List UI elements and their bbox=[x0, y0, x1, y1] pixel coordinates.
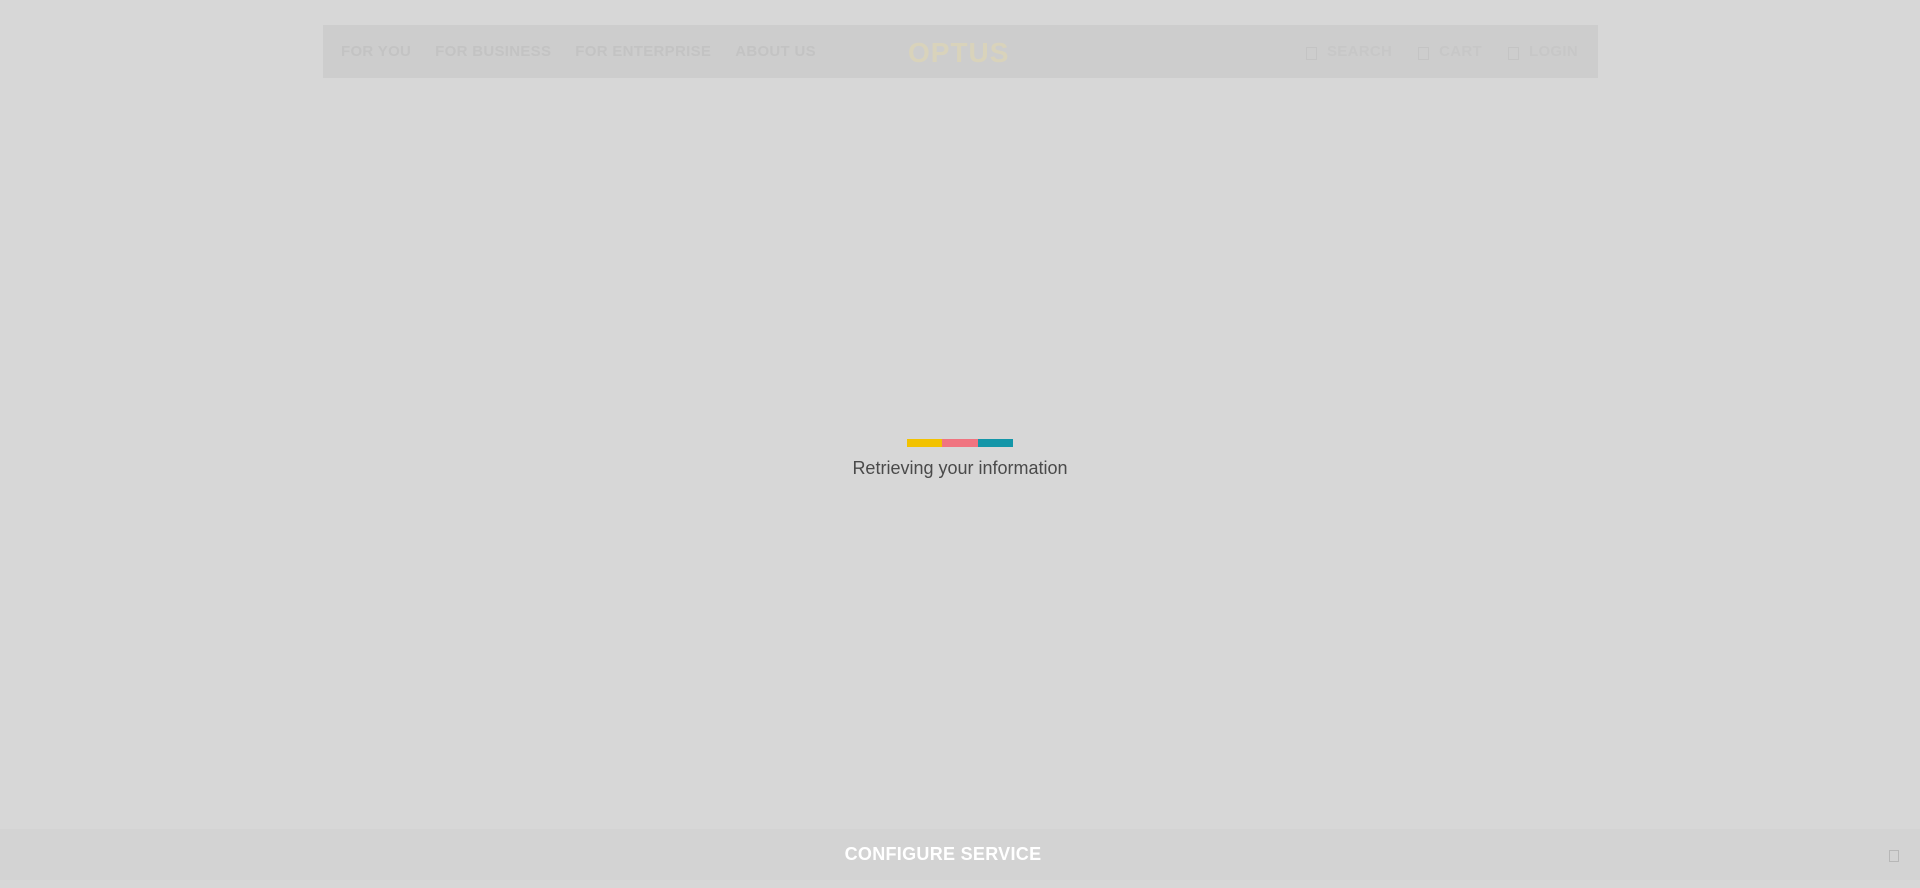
loading-message: Retrieving your information bbox=[852, 458, 1068, 478]
optus-logo[interactable]: OPTUS bbox=[908, 37, 1009, 69]
search-link[interactable]: SEARCH bbox=[1305, 43, 1393, 60]
cart-link[interactable]: CART bbox=[1418, 43, 1482, 60]
page: FOR YOU FOR BUSINESS FOR ENTERPRISE ABOU… bbox=[0, 0, 1920, 888]
loading-bar-segment-yellow bbox=[907, 439, 943, 447]
main-nav: FOR YOU FOR BUSINESS FOR ENTERPRISE ABOU… bbox=[341, 25, 816, 78]
login-label: LOGIN bbox=[1529, 43, 1578, 60]
search-label: SEARCH bbox=[1326, 43, 1393, 60]
login-link[interactable]: LOGIN bbox=[1508, 43, 1578, 60]
nav-for-business[interactable]: FOR BUSINESS bbox=[435, 43, 551, 60]
nav-about-us[interactable]: ABOUT US bbox=[735, 43, 816, 60]
nav-for-you[interactable]: FOR YOU bbox=[341, 43, 411, 60]
nav-for-enterprise[interactable]: FOR ENTERPRISE bbox=[575, 43, 711, 60]
configure-service-bar[interactable]: CONFIGURE SERVICE bbox=[0, 829, 1920, 880]
utility-nav: SEARCH CART LOGIN bbox=[1305, 25, 1578, 78]
cart-label: CART bbox=[1439, 43, 1482, 60]
loading-bar bbox=[907, 439, 1013, 447]
search-icon bbox=[1305, 47, 1317, 60]
configure-service-button[interactable]: CONFIGURE SERVICE bbox=[0, 829, 1886, 880]
cart-icon bbox=[1418, 47, 1430, 60]
site-header: FOR YOU FOR BUSINESS FOR ENTERPRISE ABOU… bbox=[323, 25, 1598, 78]
chevron-icon[interactable] bbox=[1889, 850, 1899, 862]
loading-bar-segment-teal bbox=[977, 439, 1013, 447]
user-icon bbox=[1508, 47, 1519, 60]
loading-bar-segment-pink bbox=[942, 439, 978, 447]
